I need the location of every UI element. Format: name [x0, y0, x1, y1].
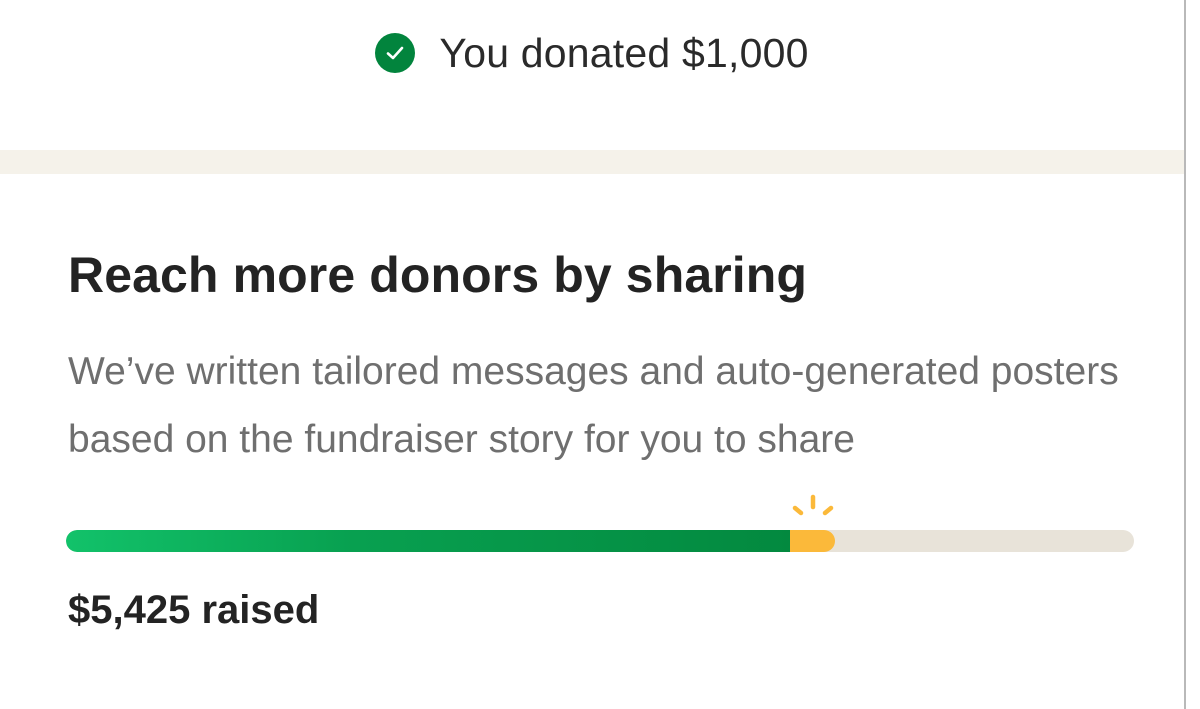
- window-edge: [1184, 0, 1200, 709]
- amount-raised-label: $5,425 raised: [68, 588, 320, 632]
- donation-thank-you-page: You donated $1,000 Reach more donors by …: [0, 0, 1184, 709]
- progress-fill-previous: [66, 530, 791, 552]
- fundraiser-progress-bar: [66, 494, 1134, 554]
- progress-fill-new-donation: [790, 530, 835, 552]
- progress-track: [66, 530, 1134, 552]
- share-description: We’ve written tailored messages and auto…: [68, 350, 1119, 461]
- donation-confirmation-text: You donated $1,000: [439, 29, 809, 76]
- donation-confirmation: You donated $1,000: [0, 28, 1184, 78]
- check-circle-icon: [375, 33, 416, 73]
- sparkle-icon: [785, 494, 841, 524]
- section-divider: [0, 150, 1200, 174]
- share-heading: Reach more donors by sharing: [68, 247, 808, 303]
